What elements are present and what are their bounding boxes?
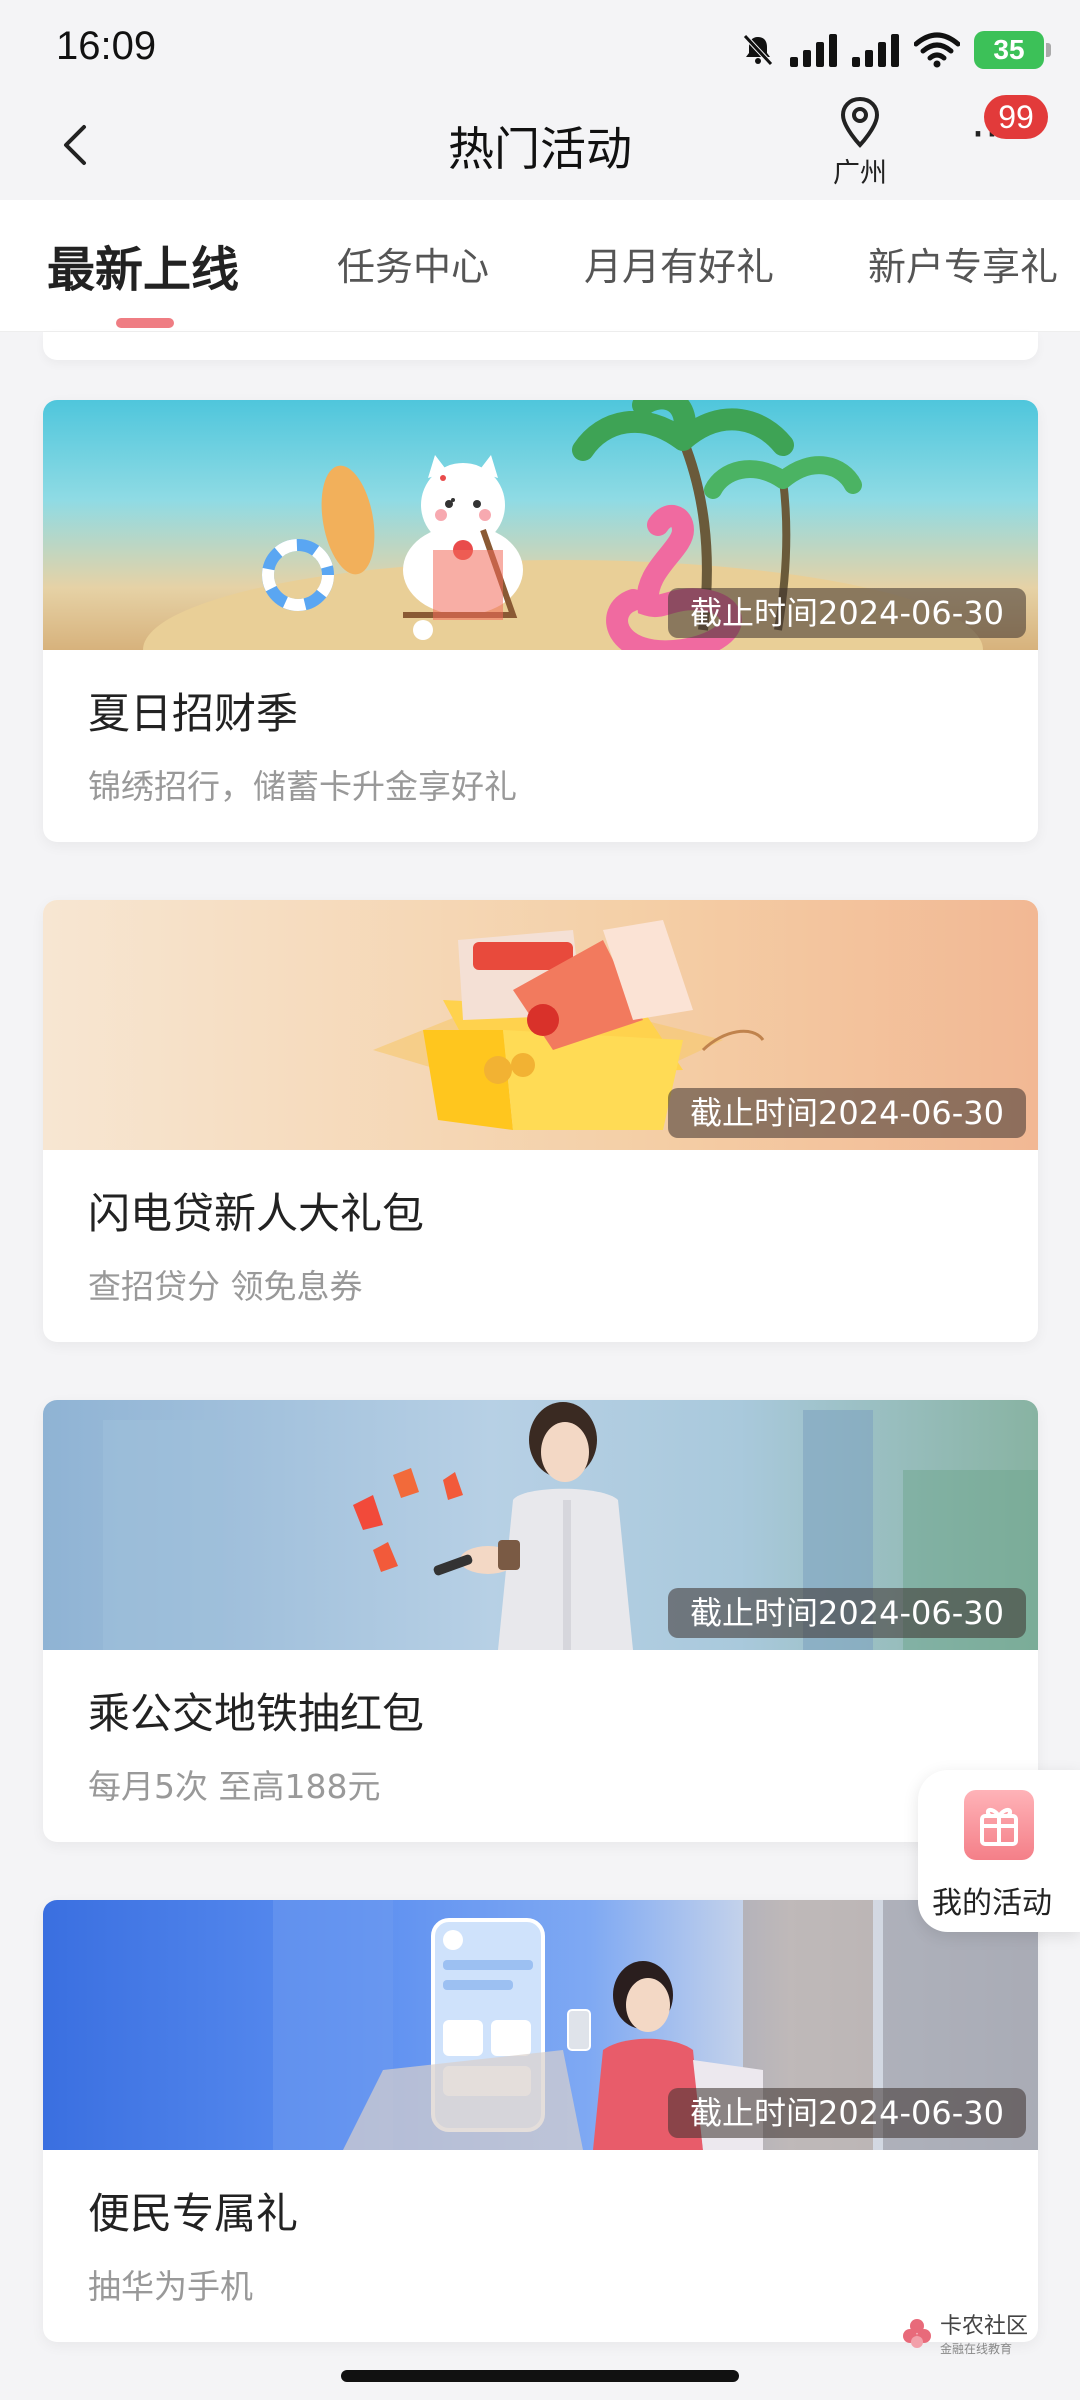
tab-indicator bbox=[116, 318, 174, 328]
tab-bar: 最新上线 任务中心 月月有好礼 新户专享礼 bbox=[0, 200, 1080, 332]
deadline-badge: 截止时间2024-06-30 bbox=[668, 588, 1026, 638]
card-title: 便民专属礼 bbox=[88, 2189, 299, 2238]
tab-monthly-gifts[interactable]: 月月有好礼 bbox=[584, 236, 774, 291]
battery-indicator: 35 bbox=[974, 31, 1051, 69]
wifi-icon bbox=[914, 32, 960, 68]
card-banner: 截止时间2024-06-30 bbox=[43, 1400, 1038, 1650]
mute-bell-icon bbox=[743, 34, 773, 66]
gift-icon bbox=[964, 1790, 1034, 1860]
deadline-badge: 截止时间2024-06-30 bbox=[668, 2088, 1026, 2138]
watermark-text-group: 卡农社区 金融在线教育 bbox=[940, 2308, 1028, 2357]
previous-card-edge bbox=[43, 332, 1038, 360]
card-banner: 截止时间2024-06-30 bbox=[43, 900, 1038, 1150]
deadline-badge: 截止时间2024-06-30 bbox=[668, 1088, 1026, 1138]
card-subtitle: 查招贷分 领免息券 bbox=[88, 1267, 363, 1306]
page-title: 热门活动 bbox=[448, 122, 632, 176]
card-banner: 截止时间2024-06-30 bbox=[43, 1900, 1038, 2150]
nav-bar: 热门活动 广州 ··· 99 bbox=[0, 95, 1080, 200]
home-indicator[interactable] bbox=[341, 2370, 739, 2382]
tab-latest[interactable]: 最新上线 bbox=[47, 230, 239, 300]
watermark-text: 卡农社区 bbox=[940, 2314, 1029, 2339]
activity-card-convenience[interactable]: 截止时间2024-06-30 便民专属礼 抽华为手机 bbox=[43, 1900, 1038, 2342]
status-icons: 35 bbox=[740, 28, 1051, 72]
activity-card-summer[interactable]: 截止时间2024-06-30 夏日招财季 锦绣招行，储蓄卡升金享好礼 bbox=[43, 400, 1038, 842]
card-title: 夏日招财季 bbox=[88, 689, 299, 738]
card-banner: 截止时间2024-06-30 bbox=[43, 400, 1038, 650]
my-activities-label: 我的活动 bbox=[932, 1886, 1052, 1921]
watermark-sub: 金融在线教育 bbox=[940, 2342, 1013, 2356]
signal-icon bbox=[790, 34, 837, 67]
location-label: 广州 bbox=[833, 158, 887, 189]
card-subtitle: 抽华为手机 bbox=[88, 2267, 253, 2306]
my-activities-button[interactable]: 我的活动 bbox=[918, 1770, 1080, 1932]
notification-badge: 99 bbox=[984, 95, 1048, 139]
battery-level: 35 bbox=[993, 34, 1025, 65]
watermark: 卡农社区 金融在线教育 bbox=[900, 2308, 1028, 2357]
status-bar: 16:09 35 bbox=[0, 0, 1080, 95]
location-button[interactable]: 广州 bbox=[820, 95, 900, 195]
activity-card-flash-loan[interactable]: 截止时间2024-06-30 闪电贷新人大礼包 查招贷分 领免息券 bbox=[43, 900, 1038, 1342]
card-title: 乘公交地铁抽红包 bbox=[88, 1689, 425, 1738]
card-title: 闪电贷新人大礼包 bbox=[88, 1189, 425, 1238]
deadline-badge: 截止时间2024-06-30 bbox=[668, 1588, 1026, 1638]
activity-card-transit[interactable]: 截止时间2024-06-30 乘公交地铁抽红包 每月5次 至高188元 bbox=[43, 1400, 1038, 1842]
signal-icon-2 bbox=[852, 34, 899, 67]
status-time: 16:09 bbox=[56, 24, 157, 68]
tab-new-user-gifts[interactable]: 新户专享礼 bbox=[868, 236, 1058, 291]
card-subtitle: 锦绣招行，储蓄卡升金享好礼 bbox=[88, 767, 517, 806]
location-pin-icon bbox=[840, 96, 880, 148]
card-subtitle: 每月5次 至高188元 bbox=[88, 1767, 381, 1806]
tab-task-center[interactable]: 任务中心 bbox=[337, 236, 489, 291]
kanong-logo-icon bbox=[903, 2318, 931, 2348]
